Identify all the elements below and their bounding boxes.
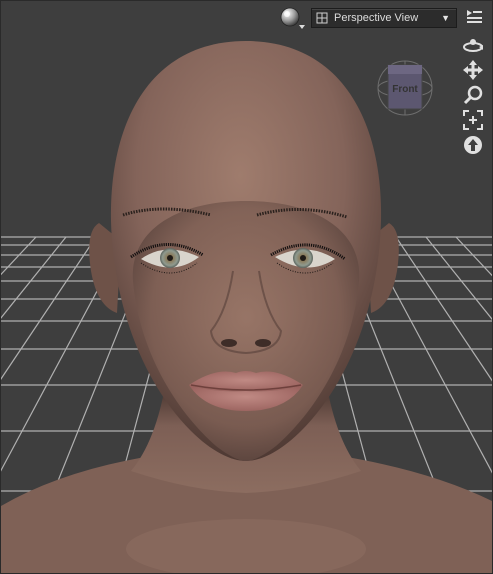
viewport-menu-icon[interactable] (465, 7, 483, 25)
pan-icon[interactable] (462, 60, 484, 80)
viewport-toolbar: Perspective View ▼ (279, 6, 457, 30)
chevron-down-icon: ▼ (441, 13, 450, 23)
orbit-icon[interactable] (462, 35, 484, 55)
cube-face-label: Front (392, 84, 418, 95)
3d-viewport[interactable]: Perspective View ▼ Front (0, 0, 493, 574)
view-selector[interactable]: Perspective View ▼ (311, 8, 457, 28)
view-selector-label: Perspective View (334, 12, 419, 24)
zoom-icon[interactable] (462, 85, 484, 105)
view-cube[interactable]: Front (373, 48, 437, 118)
sphere-shading-icon[interactable] (279, 6, 305, 30)
chevron-down-icon (299, 25, 305, 29)
camera-icon (316, 12, 328, 24)
frame-icon[interactable] (462, 110, 484, 130)
reset-view-icon[interactable] (462, 135, 484, 155)
camera-navigation-tools (460, 35, 486, 155)
